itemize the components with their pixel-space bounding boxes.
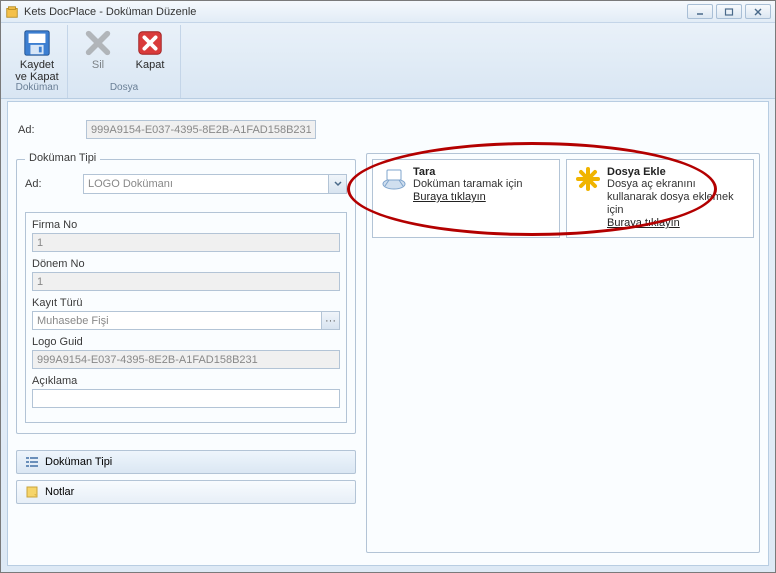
donem-no-label: Dönem No xyxy=(32,258,340,270)
firma-no-field: Firma No xyxy=(32,219,340,252)
donem-no-input[interactable] xyxy=(32,272,340,291)
firma-no-input[interactable] xyxy=(32,233,340,252)
groupbox-title: Doküman Tipi xyxy=(25,152,100,164)
kayit-turu-label: Kayıt Türü xyxy=(32,297,340,309)
logo-guid-input[interactable] xyxy=(32,350,340,369)
save-close-label: Kaydet ve Kapat xyxy=(15,59,58,83)
delete-icon xyxy=(83,28,113,58)
ellipsis-button[interactable]: ··· xyxy=(321,312,339,329)
kayit-turu-field: Kayıt Türü ··· xyxy=(32,297,340,330)
maximize-button[interactable] xyxy=(716,4,742,19)
minimize-button[interactable] xyxy=(687,4,713,19)
save-close-button[interactable]: Kaydet ve Kapat xyxy=(13,25,61,81)
action-cards: Tara Doküman taramak için Buraya tıklayı… xyxy=(372,159,754,238)
chevron-down-icon[interactable] xyxy=(328,175,346,193)
tab-dokuman-tipi[interactable]: Doküman Tipi xyxy=(16,450,356,474)
scan-title: Tara xyxy=(413,166,551,178)
toolbar-group-label-dokuman: Doküman xyxy=(16,82,59,93)
logo-guid-field: Logo Guid xyxy=(32,336,340,369)
toolbar-group-label-dosya: Dosya xyxy=(110,82,138,93)
asterisk-icon xyxy=(575,166,601,192)
close-button-toolbar[interactable]: Kapat xyxy=(126,25,174,81)
content-area: Ad: Doküman Tipi Ad: xyxy=(7,101,769,566)
kayit-turu-input[interactable] xyxy=(32,311,340,330)
ad-row: Ad: xyxy=(8,102,768,153)
aciklama-input[interactable] xyxy=(32,389,340,408)
main-row: Doküman Tipi Ad: Firma No xyxy=(8,153,768,561)
tab-notlar-label: Notlar xyxy=(45,486,74,498)
scan-link[interactable]: Buraya tıklayın xyxy=(413,191,486,203)
note-icon xyxy=(25,485,39,499)
toolbar-group-dokuman: Kaydet ve Kapat Doküman xyxy=(7,25,68,98)
app-window: Kets DocPlace - Doküman Düzenle Kaydet v… xyxy=(0,0,776,573)
delete-label: Sil xyxy=(92,59,104,71)
ad-form-row: Ad: xyxy=(25,174,347,194)
ad-label: Ad: xyxy=(18,124,58,136)
window-title: Kets DocPlace - Doküman Düzenle xyxy=(24,6,687,18)
dokuman-tipi-group: Doküman Tipi Ad: Firma No xyxy=(16,159,356,434)
ad-combo[interactable] xyxy=(83,174,347,194)
ribbon-toolbar: Kaydet ve Kapat Doküman Sil Kapat xyxy=(1,23,775,99)
tab-notlar[interactable]: Notlar xyxy=(16,480,356,504)
window-controls xyxy=(687,4,771,19)
scanner-icon xyxy=(381,166,407,192)
ad-combo-input[interactable] xyxy=(83,174,347,194)
right-column: Tara Doküman taramak için Buraya tıklayı… xyxy=(366,153,760,553)
scan-desc: Doküman taramak için xyxy=(413,178,551,191)
aciklama-field: Açıklama xyxy=(32,375,340,408)
firma-no-label: Firma No xyxy=(32,219,340,231)
close-icon xyxy=(135,28,165,58)
logo-guid-label: Logo Guid xyxy=(32,336,340,348)
aciklama-label: Açıklama xyxy=(32,375,340,387)
delete-button: Sil xyxy=(74,25,122,81)
close-label: Kapat xyxy=(136,59,165,71)
scan-card: Tara Doküman taramak için Buraya tıklayı… xyxy=(372,159,560,238)
app-icon xyxy=(5,5,19,19)
donem-no-field: Dönem No xyxy=(32,258,340,291)
close-button[interactable] xyxy=(745,4,771,19)
ad-input[interactable] xyxy=(86,120,316,139)
toolbar-group-dosya: Sil Kapat Dosya xyxy=(68,25,181,98)
add-file-link[interactable]: Buraya tıklayın xyxy=(607,217,680,229)
titlebar: Kets DocPlace - Doküman Düzenle xyxy=(1,1,775,23)
list-icon xyxy=(25,455,39,469)
fields-panel: Firma No Dönem No Kayıt Türü ··· xyxy=(25,212,347,423)
tab-dokuman-tipi-label: Doküman Tipi xyxy=(45,456,112,468)
add-file-desc: Dosya aç ekranını kullanarak dosya eklem… xyxy=(607,178,745,217)
add-file-title: Dosya Ekle xyxy=(607,166,745,178)
bottom-tabs: Doküman Tipi Notlar xyxy=(16,450,356,504)
left-column: Doküman Tipi Ad: Firma No xyxy=(16,153,356,553)
save-icon xyxy=(22,28,52,58)
add-file-card: Dosya Ekle Dosya aç ekranını kullanarak … xyxy=(566,159,754,238)
ad-form-label: Ad: xyxy=(25,178,65,190)
